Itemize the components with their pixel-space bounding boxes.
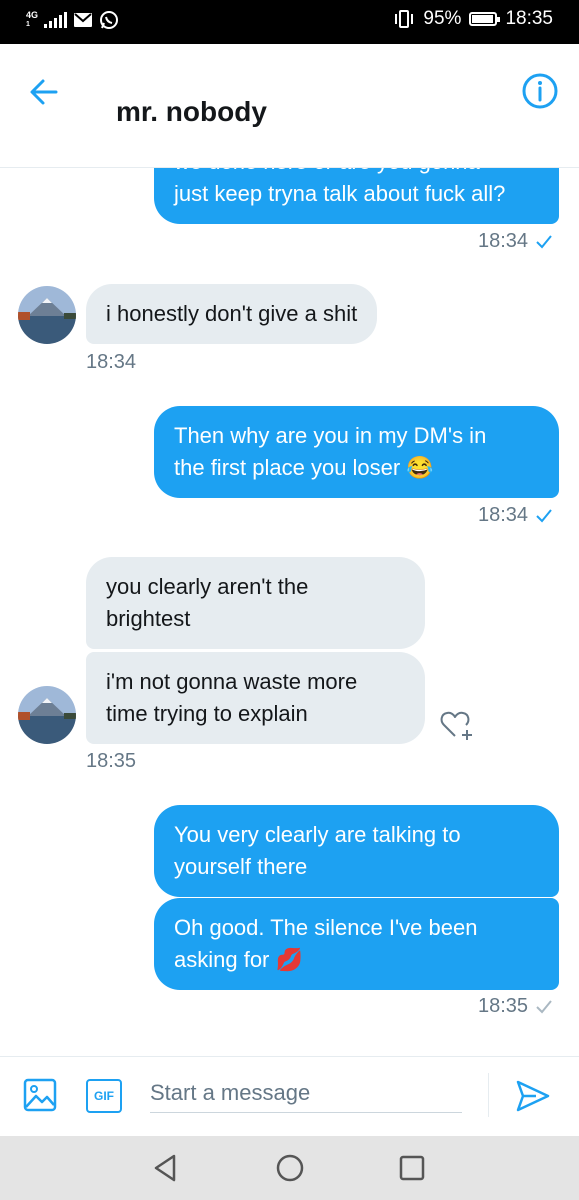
message-line: i'm not gonna waste more [106, 669, 358, 694]
nav-back-icon [154, 1154, 176, 1182]
status-left: 4G 1 [26, 10, 119, 30]
avatar-image [18, 686, 76, 744]
network-sub: 1 [26, 21, 30, 28]
message-line: Oh good. The silence I've been [174, 915, 478, 940]
message-line: Then why are you in my DM's in [174, 423, 487, 448]
info-button[interactable] [521, 72, 559, 110]
message-line: just keep tryna talk about fuck all? [174, 181, 506, 206]
message-line: you clearly aren't the [106, 574, 309, 599]
send-button[interactable] [514, 1077, 552, 1115]
message-line: the first place you loser 😂 [174, 455, 434, 480]
avatar-image [18, 286, 76, 344]
message-line: You very clearly are talking to [174, 822, 461, 847]
composer-divider [488, 1073, 489, 1117]
message-timestamp: 18:35 [478, 995, 554, 1018]
nav-recents-button[interactable] [394, 1150, 430, 1186]
heart-plus-icon [440, 711, 472, 740]
status-right: 95% 18:35 [393, 8, 553, 30]
message-timestamp: 18:34 [478, 230, 554, 253]
message-line: yourself there [174, 854, 308, 879]
battery-icon [469, 12, 501, 26]
back-button[interactable] [26, 74, 62, 110]
message-bubble-outgoing[interactable]: Oh good. The silence I've been asking fo… [154, 898, 559, 990]
gif-button[interactable]: GIF [86, 1079, 122, 1113]
vibrate-icon [395, 10, 414, 28]
message-bubble-outgoing[interactable]: You very clearly are talking to yourself… [154, 805, 559, 897]
battery-percent: 95% [423, 8, 462, 29]
whatsapp-icon [100, 11, 119, 29]
message-bubble-incoming[interactable]: you clearly aren't the brightest [86, 557, 425, 649]
sent-check-icon [536, 508, 552, 522]
nav-recents-icon [399, 1155, 425, 1181]
arrow-left-icon [30, 79, 58, 105]
info-icon [522, 73, 558, 109]
message-list[interactable]: we done here or are you gonna just keep … [0, 168, 579, 1056]
nav-home-button[interactable] [272, 1150, 308, 1186]
mail-icon [74, 13, 93, 27]
network-type: 4G [26, 10, 39, 20]
clock: 18:35 [505, 8, 553, 29]
message-bubble-incoming[interactable]: i'm not gonna waste more time trying to … [86, 652, 425, 744]
signal-icon [44, 12, 68, 28]
message-line: time trying to explain [106, 701, 308, 726]
nav-home-icon [276, 1154, 304, 1182]
system-nav-bar [0, 1136, 579, 1200]
message-bubble-incoming[interactable]: i honestly don't give a shit [86, 284, 378, 344]
conversation-header: mr. nobody [0, 44, 579, 168]
nav-back-button[interactable] [148, 1150, 184, 1186]
status-bar: 4G 1 95% 18:35 [0, 0, 579, 44]
message-line: we done here or are you gonna [174, 168, 539, 178]
message-input[interactable] [150, 1073, 462, 1113]
react-button[interactable] [440, 708, 478, 742]
gif-label: GIF [94, 1089, 114, 1103]
message-timestamp: 18:34 [86, 351, 137, 373]
message-bubble-outgoing[interactable]: Then why are you in my DM's in the first… [154, 406, 559, 498]
message-composer: GIF [0, 1056, 579, 1136]
avatar[interactable] [18, 286, 76, 344]
message-line: i honestly don't give a shit [106, 301, 358, 326]
message-line: brightest [106, 606, 191, 631]
image-icon [23, 1078, 57, 1112]
message-bubble-outgoing[interactable]: we done here or are you gonna just keep … [154, 168, 559, 224]
network-indicator: 4G 1 [26, 11, 38, 29]
media-button[interactable] [22, 1077, 58, 1113]
avatar[interactable] [18, 686, 76, 744]
message-timestamp: 18:35 [86, 750, 137, 772]
sent-check-icon [536, 234, 552, 248]
conversation-title: mr. nobody [116, 96, 267, 127]
seen-check-icon [536, 999, 552, 1013]
message-timestamp: 18:34 [478, 504, 554, 527]
message-line: asking for 💋 [174, 947, 303, 972]
send-icon [516, 1080, 550, 1112]
